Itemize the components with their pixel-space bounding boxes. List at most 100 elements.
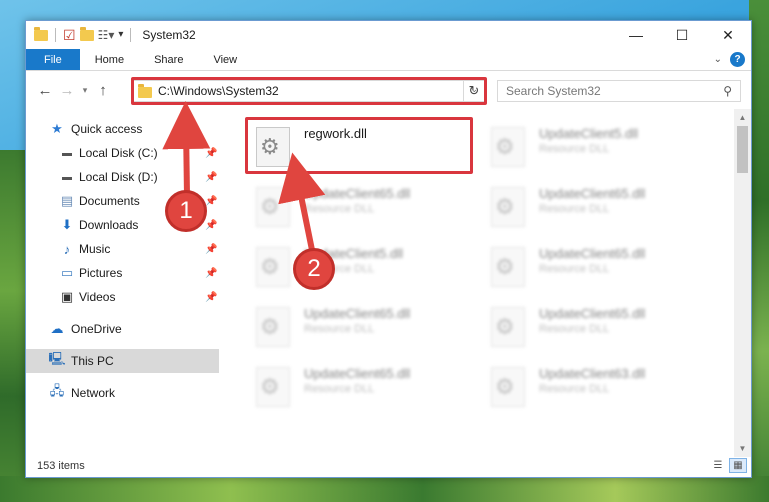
- scroll-thumb[interactable]: [737, 126, 748, 173]
- scroll-up-icon[interactable]: ▲: [734, 109, 751, 126]
- file-name: UpdateClient65.dll: [539, 186, 646, 201]
- sidebar-item-local-disk-d[interactable]: ▬ Local Disk (D:) 📌: [26, 165, 219, 189]
- sidebar-item-music[interactable]: ♪ Music 📌: [26, 237, 219, 261]
- up-button[interactable]: ↑: [92, 82, 114, 99]
- sidebar-item-label: Local Disk (C:): [79, 146, 158, 160]
- ribbon-tabs: File Home Share View ⌄ ?: [26, 49, 751, 71]
- file-type: Resource DLL: [539, 263, 610, 275]
- recent-locations-icon[interactable]: ▾: [78, 85, 92, 96]
- minimize-button[interactable]: —: [613, 21, 659, 49]
- title-bar: ☑ ☷▾ ▾ System32 — ☐ ✕: [26, 21, 751, 49]
- sidebar-item-onedrive[interactable]: ☁ OneDrive: [26, 317, 219, 341]
- file-name: UpdateClient5.dll: [539, 126, 639, 141]
- window-title: System32: [142, 28, 196, 42]
- file-type: Resource DLL: [539, 203, 610, 215]
- tab-view[interactable]: View: [198, 49, 252, 70]
- file-type: Resource DLL: [539, 383, 610, 395]
- network-icon: 🖧: [49, 383, 65, 398]
- file-item[interactable]: ⚙ UpdateClient65.dll Resource DLL: [479, 177, 709, 231]
- back-button[interactable]: ←: [34, 82, 56, 99]
- wallpaper-bottom: [0, 476, 769, 502]
- star-icon: ★: [51, 121, 63, 136]
- dll-file-icon: ⚙: [491, 367, 525, 407]
- documents-icon: ▤: [60, 193, 74, 208]
- view-switcher: ☰ ▦: [709, 458, 747, 473]
- close-button[interactable]: ✕: [705, 21, 751, 49]
- file-type: Resource DLL: [539, 143, 610, 155]
- step-badge-1: 1: [165, 190, 207, 232]
- file-name: UpdateClient65.dll: [539, 246, 646, 261]
- tiles-view-icon[interactable]: ▦: [729, 458, 747, 473]
- pin-icon[interactable]: 📌: [205, 268, 217, 279]
- qat-dropdown-icon[interactable]: ▾: [118, 30, 123, 40]
- search-input[interactable]: Search System32 ⚲: [497, 80, 741, 102]
- computer-icon: 🖳: [48, 351, 66, 366]
- item-count: 153 items: [37, 460, 85, 472]
- drive-icon: ▬: [62, 171, 72, 183]
- sidebar-item-label: Quick access: [71, 122, 143, 136]
- file-name: UpdateClient65.dll: [304, 186, 411, 201]
- file-item[interactable]: ⚙ UpdateClient65.dll Resource DLL: [479, 237, 709, 291]
- sidebar-item-videos[interactable]: ▣ Videos 📌: [26, 285, 219, 309]
- forward-button[interactable]: →: [56, 82, 78, 99]
- dll-file-icon: ⚙: [256, 307, 290, 347]
- sidebar-item-label: Network: [71, 386, 116, 400]
- sidebar-item-quick-access[interactable]: ★ Quick access: [26, 117, 219, 141]
- window-controls: — ☐ ✕: [613, 21, 751, 49]
- sidebar-item-label: Pictures: [79, 266, 123, 280]
- details-view-icon[interactable]: ☰: [709, 458, 727, 473]
- explorer-window: ☑ ☷▾ ▾ System32 — ☐ ✕ File Home Share Vi…: [25, 20, 752, 478]
- dll-file-icon: ⚙: [491, 187, 525, 227]
- search-icon: ⚲: [723, 84, 732, 98]
- highlight-regwork-file: [245, 117, 473, 174]
- new-folder-icon[interactable]: [79, 26, 94, 41]
- file-item[interactable]: ⚙ UpdateClient65.dll Resource DLL: [479, 297, 709, 351]
- sidebar-item-pictures[interactable]: ▭ Pictures 📌: [26, 261, 219, 285]
- sidebar-item-label: This PC: [71, 354, 114, 368]
- pin-icon[interactable]: 📌: [205, 172, 217, 183]
- highlight-address-bar: [131, 77, 487, 105]
- file-item[interactable]: ⚙ UpdateClient5.dll Resource DLL: [244, 237, 474, 291]
- file-item[interactable]: ⚙ UpdateClient63.dll Resource DLL: [479, 357, 709, 411]
- file-name: UpdateClient65.dll: [304, 306, 411, 321]
- divider: [130, 28, 132, 42]
- pin-icon[interactable]: 📌: [205, 292, 217, 303]
- sidebar-item-local-disk-c[interactable]: ▬ Local Disk (C:) 📌: [26, 141, 219, 165]
- file-item[interactable]: ⚙ UpdateClient65.dll Resource DLL: [244, 357, 474, 411]
- divider: [55, 28, 56, 42]
- quick-access-toolbar: ☑ ☷▾ ▾: [26, 26, 134, 42]
- tab-home[interactable]: Home: [80, 49, 139, 70]
- expand-ribbon-icon[interactable]: ⌄: [714, 54, 722, 65]
- music-icon: ♪: [63, 241, 71, 257]
- maximize-button[interactable]: ☐: [659, 21, 705, 49]
- dll-file-icon: ⚙: [256, 247, 290, 287]
- sidebar-item-network[interactable]: 🖧 Network: [26, 381, 219, 405]
- file-type: Resource DLL: [539, 323, 610, 335]
- drive-icon: ▬: [62, 147, 72, 159]
- search-placeholder: Search System32: [506, 84, 601, 98]
- properties-icon[interactable]: ☑: [63, 28, 76, 42]
- sidebar-item-label: Documents: [79, 194, 140, 208]
- vertical-scrollbar[interactable]: ▲ ▼: [734, 109, 751, 457]
- pin-icon[interactable]: 📌: [205, 196, 217, 207]
- tab-share[interactable]: Share: [139, 49, 198, 70]
- pin-icon[interactable]: 📌: [205, 244, 217, 255]
- sidebar-item-label: Downloads: [79, 218, 139, 232]
- file-item[interactable]: ⚙ UpdateClient65.dll Resource DLL: [244, 177, 474, 231]
- dll-file-icon: ⚙: [256, 187, 290, 227]
- help-icon[interactable]: ?: [730, 52, 745, 67]
- sidebar-item-this-pc[interactable]: 🖳 This PC: [26, 349, 219, 373]
- tab-file[interactable]: File: [26, 49, 80, 70]
- main-area: ★ Quick access ▬ Local Disk (C:) 📌 ▬ Loc…: [26, 109, 753, 457]
- pin-icon[interactable]: 📌: [205, 148, 217, 159]
- file-name: UpdateClient65.dll: [304, 366, 411, 381]
- videos-icon: ▣: [60, 289, 74, 304]
- file-item[interactable]: ⚙ UpdateClient65.dll Resource DLL: [244, 297, 474, 351]
- wallpaper-left: [0, 150, 28, 502]
- pin-icon[interactable]: 📌: [205, 220, 217, 231]
- customize-icon[interactable]: ☷▾: [98, 29, 115, 41]
- file-type: Resource DLL: [304, 203, 375, 215]
- sidebar-item-label: Local Disk (D:): [79, 170, 158, 184]
- file-item[interactable]: ⚙ UpdateClient5.dll Resource DLL: [479, 117, 709, 171]
- sidebar-item-label: OneDrive: [71, 322, 122, 336]
